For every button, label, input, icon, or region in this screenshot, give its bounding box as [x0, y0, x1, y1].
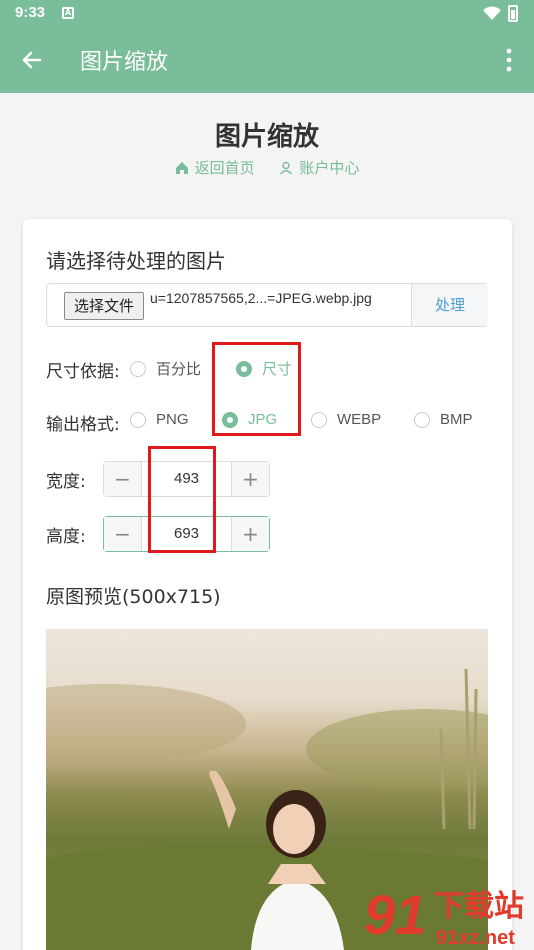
- user-icon: [280, 161, 293, 174]
- more-vertical-icon[interactable]: [499, 46, 519, 74]
- radio-png-label: PNG: [156, 411, 189, 428]
- height-increment-button[interactable]: +: [231, 517, 269, 551]
- watermark-logo-icon: 91 下载站 91xz.net: [364, 883, 524, 949]
- width-label: 宽度:: [46, 472, 86, 492]
- width-decrement-button[interactable]: −: [104, 462, 142, 496]
- radio-circle: [311, 411, 327, 428]
- output-format-label: 输出格式:: [46, 415, 120, 435]
- radio-webp-label: WEBP: [337, 411, 382, 428]
- highlight-box-size: [148, 446, 216, 553]
- notification-a-icon: A: [62, 7, 74, 19]
- header-links: 返回首页 账户中心: [0, 157, 534, 179]
- app-bar: 图片缩放: [0, 28, 534, 93]
- svg-text:下载站: 下载站: [434, 889, 524, 924]
- back-arrow-icon[interactable]: [18, 46, 46, 74]
- status-time: 9:33: [15, 4, 46, 21]
- radio-png[interactable]: PNG: [130, 411, 189, 428]
- status-bar: 9:33 A: [0, 0, 534, 28]
- app-bar-title: 图片缩放: [80, 50, 169, 75]
- highlight-box-format: [212, 342, 301, 436]
- file-input-group: 选择文件 u=1207857565,2...=JPEG.webp.jpg 处理: [46, 283, 488, 327]
- account-link-label: 账户中心: [299, 159, 360, 177]
- height-label: 高度:: [46, 527, 86, 547]
- wifi-icon: [483, 6, 501, 20]
- radio-bmp[interactable]: BMP: [414, 411, 473, 428]
- radio-bmp-label: BMP: [440, 411, 473, 428]
- home-link-label: 返回首页: [194, 159, 255, 177]
- home-icon: [175, 161, 188, 174]
- radio-webp[interactable]: WEBP: [311, 411, 381, 428]
- svg-text:91xz.net: 91xz.net: [436, 927, 515, 949]
- watermark-logo: 91 下载站 91xz.net: [362, 878, 534, 950]
- file-name-text: u=1207857565,2...=JPEG.webp.jpg: [150, 290, 372, 306]
- home-link[interactable]: 返回首页: [175, 157, 255, 178]
- radio-percent-label: 百分比: [156, 361, 202, 378]
- radio-circle: [130, 411, 146, 428]
- svg-text:91: 91: [364, 883, 426, 946]
- preview-title: 原图预览(500x715): [46, 586, 221, 608]
- radio-percent[interactable]: 百分比: [130, 358, 201, 379]
- height-decrement-button[interactable]: −: [104, 517, 142, 551]
- account-link[interactable]: 账户中心: [279, 157, 359, 178]
- size-basis-label: 尺寸依据:: [46, 362, 120, 382]
- process-button[interactable]: 处理: [411, 284, 488, 326]
- radio-circle: [130, 360, 146, 377]
- page-title: 图片缩放: [214, 122, 319, 152]
- width-increment-button[interactable]: +: [231, 462, 269, 496]
- radio-circle: [414, 411, 430, 428]
- choose-file-button[interactable]: 选择文件: [64, 292, 144, 320]
- battery-icon: [508, 5, 518, 22]
- file-section-title: 请选择待处理的图片: [46, 249, 226, 273]
